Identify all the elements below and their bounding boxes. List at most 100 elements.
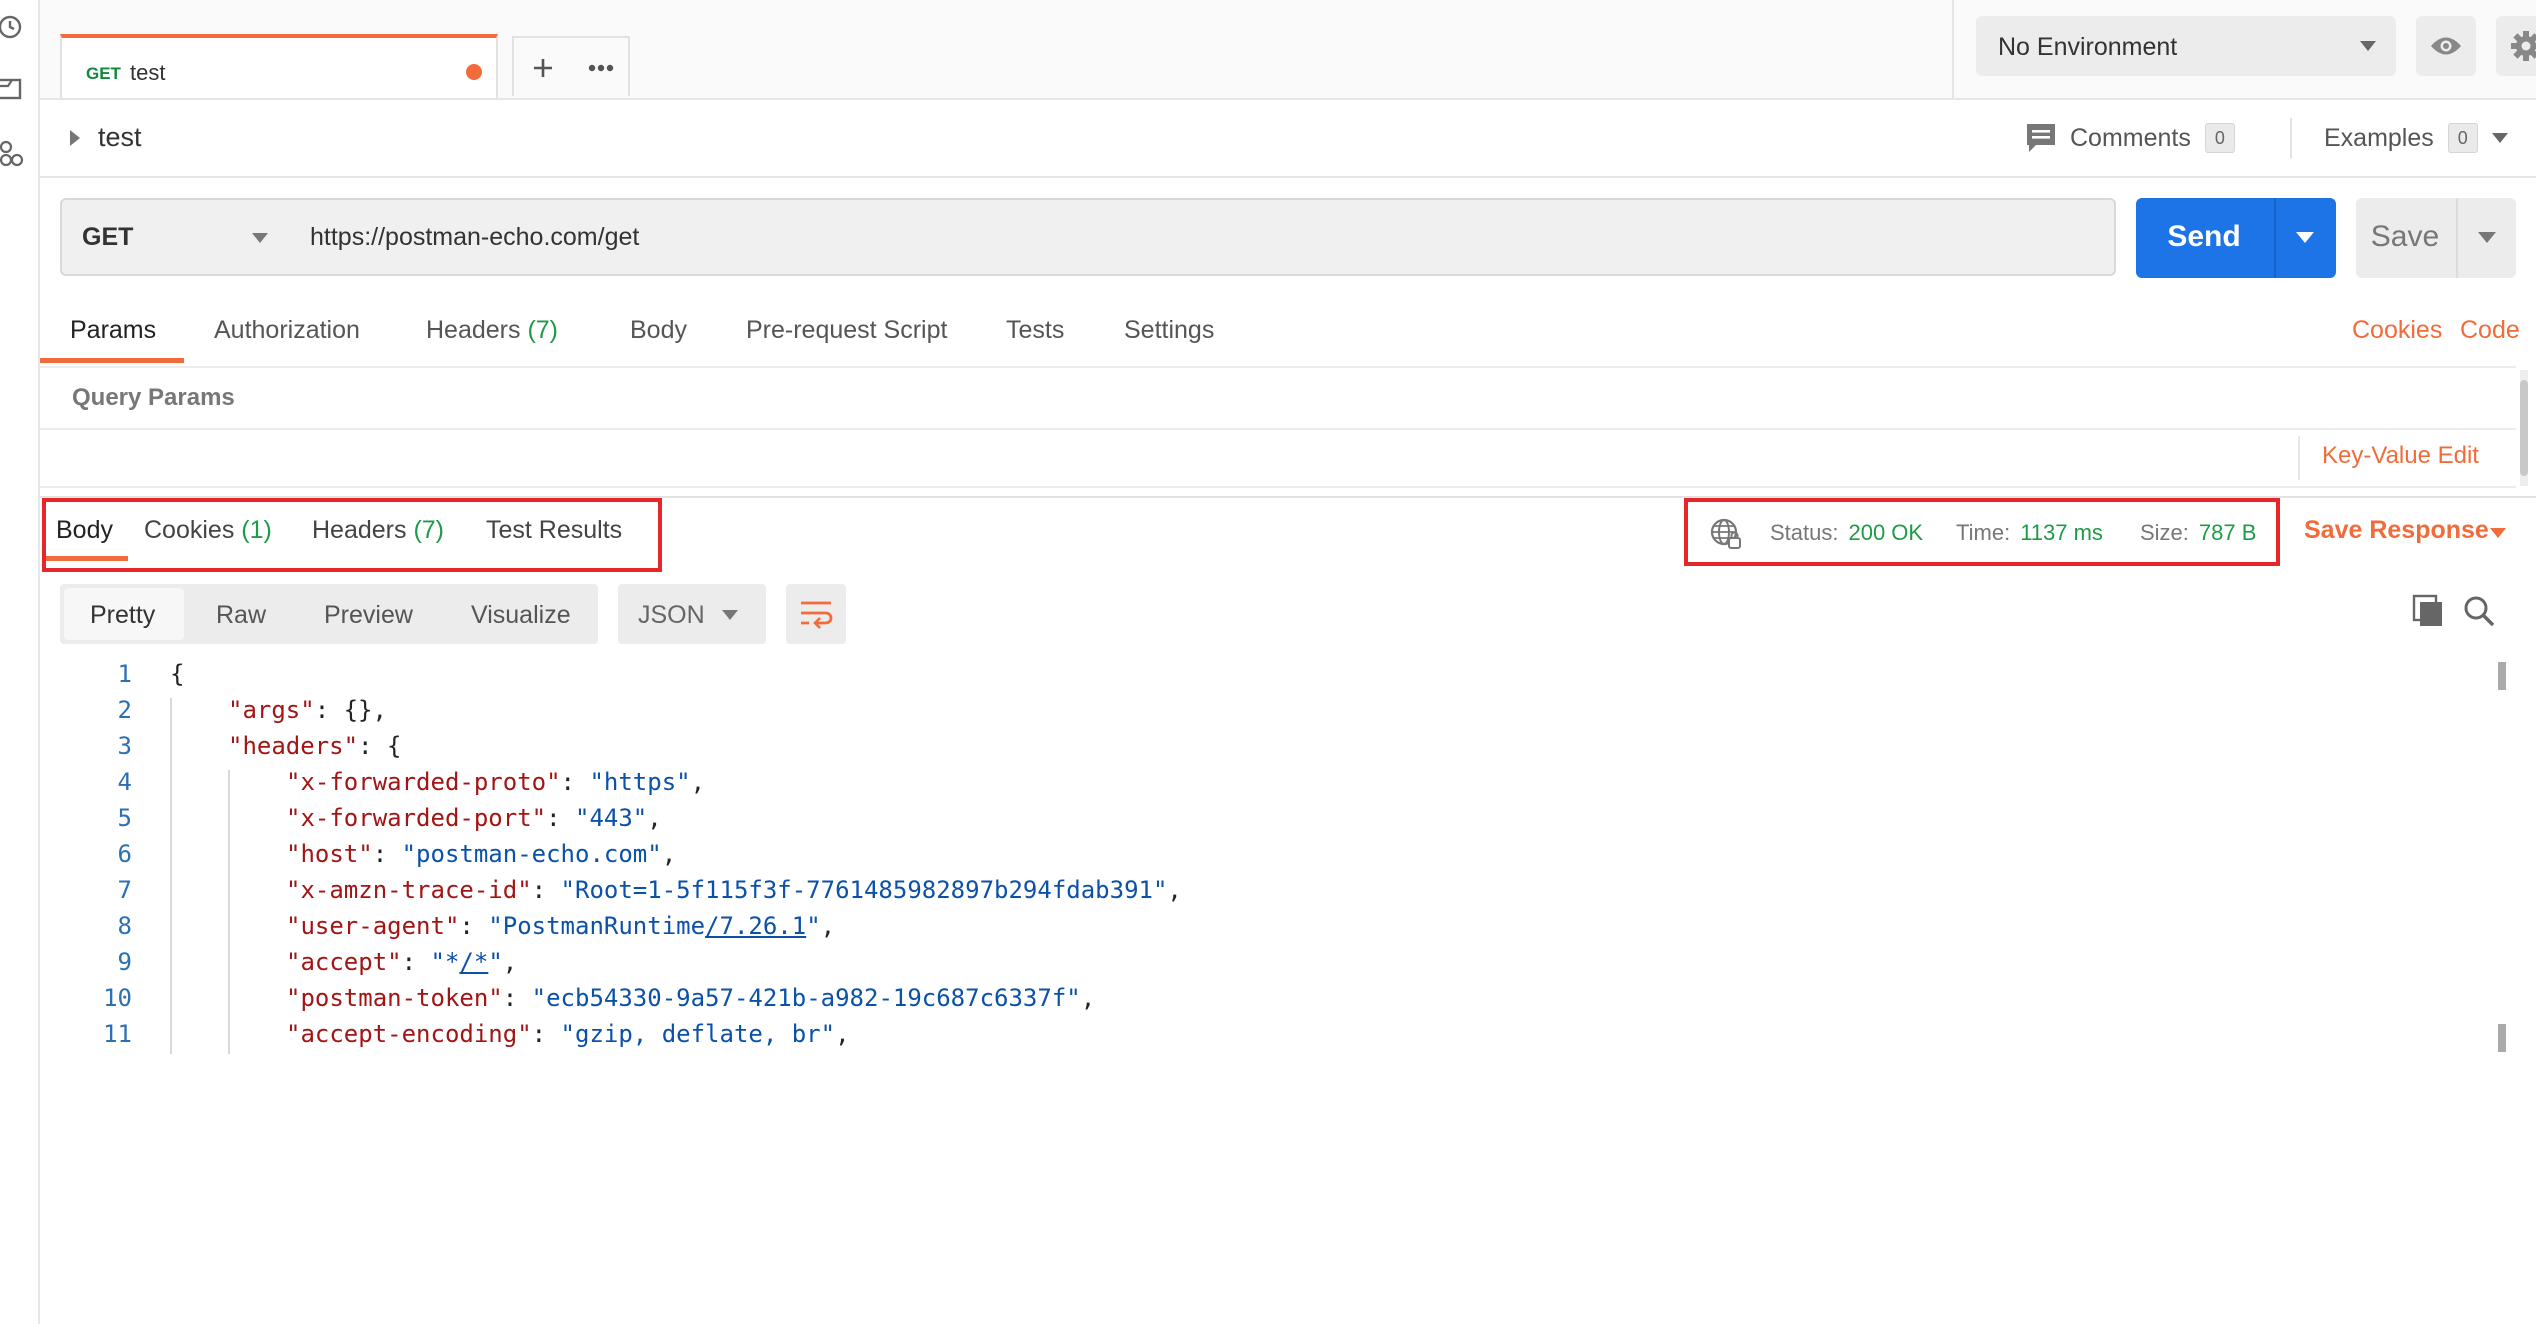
json-string: "https" xyxy=(589,768,691,796)
save-options-chevron-icon[interactable] xyxy=(2478,232,2496,243)
chevron-right-icon[interactable] xyxy=(70,130,80,146)
line-number: 7 xyxy=(117,876,132,904)
json-string: "gzip, deflate, br" xyxy=(560,1020,836,1048)
json-string: "* xyxy=(430,948,460,976)
code-text: "x-forwarded-port": "443", xyxy=(286,804,662,832)
code-text: "accept-encoding": "gzip, deflate, br", xyxy=(286,1020,850,1048)
send-label: Send xyxy=(2167,220,2241,253)
code-line: 5 "x-forwarded-port": "443", xyxy=(40,804,2480,840)
tab-headers-label: Headers xyxy=(426,316,521,344)
send-options-chevron-icon[interactable] xyxy=(2296,232,2314,243)
mode-pretty[interactable]: Pretty xyxy=(90,601,155,630)
json-string: " xyxy=(488,948,503,976)
environment-quick-look-button[interactable] xyxy=(2416,16,2476,76)
save-response-button[interactable]: Save Response xyxy=(2304,516,2489,545)
code-text: "x-amzn-trace-id": "Root=1-5f115f3f-7761… xyxy=(286,876,1182,904)
search-button[interactable] xyxy=(2460,592,2500,632)
json-key: "accept" xyxy=(286,948,402,976)
environment-label: No Environment xyxy=(1998,33,2178,61)
code-scrollbar[interactable] xyxy=(2496,662,2508,1052)
apis-icon[interactable] xyxy=(0,138,26,168)
wrap-lines-icon xyxy=(801,601,833,629)
request-title[interactable]: test xyxy=(98,122,142,153)
line-number: 10 xyxy=(103,984,132,1012)
examples-count: 0 xyxy=(2447,123,2478,153)
method-select[interactable]: GET xyxy=(60,198,292,276)
code-text: "headers": { xyxy=(228,732,401,760)
format-select[interactable]: JSON xyxy=(618,584,766,644)
line-number: 9 xyxy=(117,948,132,976)
tab-prerequest-script[interactable]: Pre-request Script xyxy=(746,316,947,345)
response-tabs-highlight-box xyxy=(42,498,662,572)
tab-options-button[interactable] xyxy=(572,38,630,98)
json-string: "Root=1-5f115f3f-7761485982897b294fdab39… xyxy=(560,876,1168,904)
line-number: 5 xyxy=(117,804,132,832)
json-punctuation: , xyxy=(835,1020,850,1048)
mode-visualize[interactable]: Visualize xyxy=(471,601,571,630)
params-tab-indicator xyxy=(40,358,184,363)
key-value-edit-link[interactable]: Key-Value Edit xyxy=(2322,442,2479,470)
environment-select[interactable]: No Environment xyxy=(1976,16,2396,76)
save-label: Save xyxy=(2370,220,2440,253)
json-punctuation: { xyxy=(170,660,185,688)
code-line: 2 "args": {}, xyxy=(40,696,2480,732)
save-divider xyxy=(2456,198,2458,278)
status-highlight-box xyxy=(1684,498,2280,566)
code-line: 4 "x-forwarded-proto": "https", xyxy=(40,768,2480,804)
code-link[interactable]: Code xyxy=(2460,316,2520,345)
method-label: GET xyxy=(82,223,134,251)
request-tab[interactable]: GET test xyxy=(60,34,498,98)
json-punctuation: : {}, xyxy=(314,696,387,724)
comment-icon xyxy=(2027,124,2055,152)
tab-tests[interactable]: Tests xyxy=(1006,316,1064,345)
json-string: "ecb54330-9a57-421b-a982-19c687c6337f" xyxy=(531,984,1081,1012)
new-tab-button[interactable] xyxy=(514,38,572,98)
json-key: "x-forwarded-port" xyxy=(286,804,547,832)
code-text: "accept": "*/*", xyxy=(286,948,517,976)
copy-button[interactable] xyxy=(2408,592,2448,632)
code-line: 10 "postman-token": "ecb54330-9a57-421b-a… xyxy=(40,984,2480,1020)
request-scrollbar-thumb[interactable] xyxy=(2520,380,2528,476)
query-params-title: Query Params xyxy=(72,384,235,411)
examples-button[interactable]: Examples 0 xyxy=(2324,120,2508,156)
gear-icon xyxy=(2511,31,2536,61)
json-link[interactable]: /* xyxy=(459,948,488,976)
json-link[interactable]: /7.26.1 xyxy=(705,912,806,940)
code-scrollbar-top[interactable] xyxy=(2498,662,2506,690)
chevron-down-icon xyxy=(722,610,738,620)
response-code-view[interactable]: 1{2 "args": {}, 3 "headers": {4 "x-forwarded… xyxy=(40,660,2480,1054)
code-line: 7 "x-amzn-trace-id": "Root=1-5f115f3f-776… xyxy=(40,876,2480,912)
json-punctuation: , xyxy=(647,804,662,832)
tab-settings[interactable]: Settings xyxy=(1124,316,1214,345)
url-input[interactable]: https://postman-echo.com/get xyxy=(290,198,2116,276)
chevron-down-icon[interactable] xyxy=(2490,528,2506,538)
tab-method: GET xyxy=(86,64,121,83)
mode-raw[interactable]: Raw xyxy=(216,601,266,630)
unsaved-dot-icon xyxy=(466,64,482,80)
code-line: 11 "accept-encoding": "gzip, deflate, br"… xyxy=(40,1020,2480,1054)
copy-icon xyxy=(2412,594,2442,626)
json-punctuation: , xyxy=(1167,876,1182,904)
tab-authorization[interactable]: Authorization xyxy=(214,316,360,345)
mode-preview[interactable]: Preview xyxy=(324,601,413,630)
tab-params[interactable]: Params xyxy=(70,316,156,345)
collections-icon[interactable] xyxy=(0,74,26,104)
history-icon[interactable] xyxy=(0,12,26,42)
query-params-toolbar: Key-Value Edit xyxy=(40,430,2516,488)
code-line: 9 "accept": "*/*", xyxy=(40,948,2480,984)
code-scrollbar-thumb[interactable] xyxy=(2498,1024,2506,1052)
save-button[interactable]: Save xyxy=(2356,198,2516,278)
send-button[interactable]: Send xyxy=(2136,198,2336,278)
json-key: "host" xyxy=(286,840,373,868)
json-punctuation: , xyxy=(661,840,677,868)
examples-label: Examples xyxy=(2324,123,2434,152)
manage-environments-button[interactable] xyxy=(2496,16,2536,76)
code-line: 6 "host": "postman-echo.com", xyxy=(40,840,2480,876)
comments-button[interactable]: Comments 0 xyxy=(2026,120,2235,156)
wrap-lines-button[interactable] xyxy=(786,584,846,644)
request-scrollbar[interactable] xyxy=(2520,370,2528,486)
code-text: "postman-token": "ecb54330-9a57-421b-a98… xyxy=(286,984,1095,1012)
cookies-link[interactable]: Cookies xyxy=(2352,316,2442,345)
tab-headers[interactable]: Headers (7) xyxy=(426,316,558,345)
tab-body[interactable]: Body xyxy=(630,316,687,345)
